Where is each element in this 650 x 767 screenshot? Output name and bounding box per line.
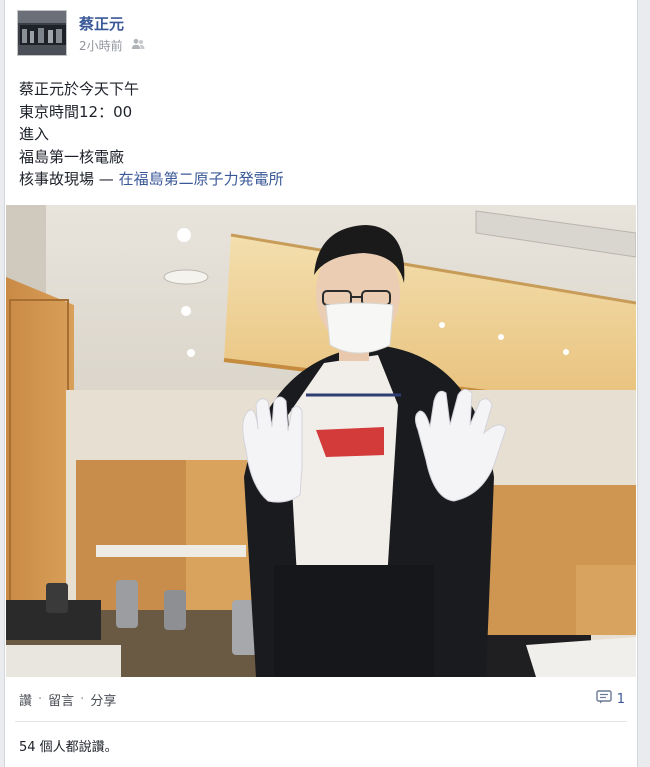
post-timestamp[interactable]: 2小時前 <box>79 37 123 54</box>
post-text-line: 核事故現場 <box>19 170 95 188</box>
post-text-line: 進入 <box>19 125 50 143</box>
post-text-line: 蔡正元於今天下午 <box>19 80 140 98</box>
post-actions: 讚 · 留言 · 分享 <box>19 690 116 709</box>
post-meta: 2小時前 <box>79 37 145 54</box>
action-separator: · <box>38 692 43 707</box>
likes-summary[interactable]: 54 個人都說讚。 <box>19 736 118 755</box>
friends-icon[interactable] <box>131 38 145 53</box>
like-link[interactable]: 讚 <box>19 690 32 709</box>
comment-count-value: 1 <box>616 691 625 707</box>
post-text: 蔡正元於今天下午 東京時間12：00 進入 福島第一核電廠 核事故現場 — 在福… <box>19 78 284 191</box>
avatar-photo <box>18 11 66 55</box>
post-text-line-last: 核事故現場 — 在福島第二原子力発電所 <box>19 168 284 191</box>
author-name[interactable]: 蔡正元 <box>79 13 124 34</box>
location-link[interactable]: 在福島第二原子力発電所 <box>119 170 284 188</box>
location-separator: — <box>94 170 119 188</box>
comment-count[interactable]: 1 <box>596 690 625 708</box>
post-photo[interactable] <box>6 205 636 677</box>
share-link[interactable]: 分享 <box>90 690 116 709</box>
avatar[interactable] <box>17 10 67 56</box>
post-text-line: 福島第一核電廠 <box>19 147 125 166</box>
comment-icon <box>596 690 612 708</box>
divider <box>15 721 627 722</box>
photo-image <box>6 205 636 677</box>
comment-link[interactable]: 留言 <box>48 690 74 709</box>
post-card: 蔡正元 2小時前 蔡正元於今天下午 東京時間12：00 進入 福島第一核電廠 核… <box>4 0 638 767</box>
action-separator: · <box>80 692 85 707</box>
post-text-line: 東京時間12：00 <box>19 102 133 121</box>
